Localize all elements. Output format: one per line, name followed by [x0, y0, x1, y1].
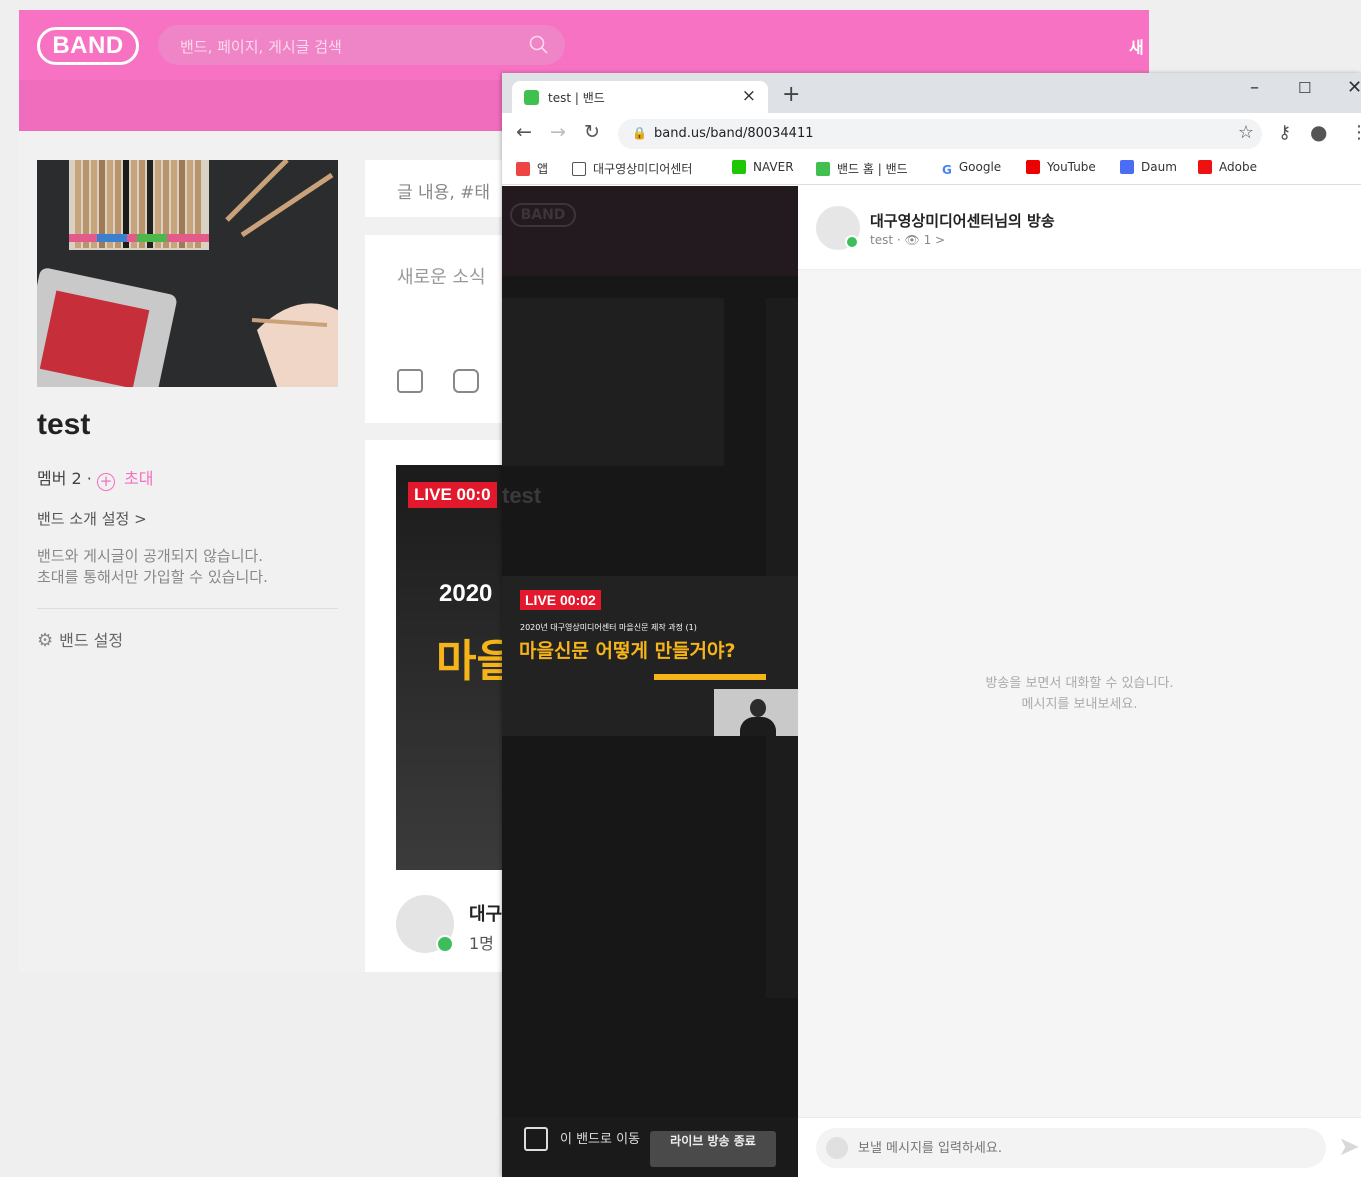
profile-icon[interactable]: ●: [1310, 120, 1327, 144]
band-search-box[interactable]: 밴드, 페이지, 게시글 검색: [158, 25, 565, 65]
post-search-placeholder: 글 내용, #태: [397, 183, 491, 203]
broadcast-meta: test · 👁 1 >: [870, 233, 945, 247]
close-window-icon[interactable]: ✕: [1347, 77, 1361, 98]
bookmark-item[interactable]: G Google: [942, 160, 1001, 177]
google-icon: G: [942, 163, 952, 177]
chat-header: 대구영상미디어센터님의 방송 test · 👁 1 >: [798, 186, 1361, 270]
chat-empty-message: 방송을 보면서 대화할 수 있습니다. 메시지를 보내보세요.: [798, 673, 1361, 715]
browser-window: test | 밴드 × + – ☐ ✕ ← → ↻ 🔒 band.us/band…: [502, 73, 1361, 1177]
online-badge-icon: [845, 235, 859, 249]
browser-tab[interactable]: test | 밴드 ×: [512, 81, 768, 113]
maximize-icon[interactable]: ☐: [1298, 79, 1311, 97]
live-player-area: BAND test LIVE 00:02 2020년 대구영상미디어센터 마을신…: [502, 186, 798, 1177]
live-timer-badge: LIVE 00:02: [520, 590, 601, 610]
bookmark-item[interactable]: YouTube: [1026, 160, 1096, 174]
folder-icon: [572, 162, 586, 176]
bookmark-item[interactable]: 대구영상미디어센터: [572, 160, 692, 177]
live-badge: LIVE 00:0: [408, 482, 497, 508]
dimmed-band-name: test: [502, 483, 542, 508]
presenter-body: [740, 717, 776, 736]
back-icon[interactable]: ←: [516, 121, 532, 143]
youtube-icon: [1026, 160, 1040, 174]
dimmed-band-logo: BAND: [510, 203, 576, 227]
key-icon[interactable]: ⚷: [1278, 122, 1291, 143]
video-year: 2020: [439, 580, 493, 607]
eye-icon: 👁: [904, 233, 920, 247]
move-to-band-label[interactable]: 이 밴드로 이동: [522, 1129, 642, 1151]
avatar[interactable]: [396, 895, 454, 953]
meta-band[interactable]: test ·: [870, 233, 901, 247]
avatar: [826, 1137, 848, 1159]
minimize-icon[interactable]: –: [1250, 77, 1259, 98]
webcam-overlay: [714, 689, 798, 736]
bookmark-item[interactable]: Adobe: [1198, 160, 1257, 174]
empty-line-2: 메시지를 보내보세요.: [1021, 697, 1138, 712]
adobe-icon: [1198, 160, 1212, 174]
new-post-placeholder: 새로운 소식: [397, 267, 486, 288]
broadcast-title: 대구영상미디어센터님의 방송: [870, 212, 1055, 230]
send-icon[interactable]: ➤: [1338, 1132, 1360, 1162]
bookmarks-bar: 앱 대구영상미디어센터 NAVER 밴드 홈 | 밴드 G Google YouT…: [502, 153, 1361, 185]
plus-circle-icon[interactable]: +: [96, 473, 115, 491]
image-icon[interactable]: [397, 369, 423, 393]
video-yellow-bar: [654, 674, 766, 680]
live-video-player[interactable]: LIVE 00:02 2020년 대구영상미디어센터 마을신문 제작 과정 (1…: [502, 576, 798, 736]
star-icon[interactable]: ☆: [1238, 122, 1254, 143]
presenter-head: [750, 699, 766, 717]
desc-line-1: 밴드와 게시글이 공개되지 않습니다.: [37, 547, 264, 565]
naver-icon: [732, 160, 746, 174]
lock-icon[interactable]: 🔒: [632, 126, 647, 140]
daum-icon: [1120, 160, 1134, 174]
online-badge-icon: [436, 935, 454, 953]
dimmed-header: BAND: [502, 186, 798, 276]
apps-grid-icon: [516, 162, 530, 176]
reload-icon[interactable]: ↻: [584, 121, 600, 143]
divider: [37, 608, 338, 609]
address-bar[interactable]: 🔒 band.us/band/80034411 ☆: [618, 119, 1262, 149]
end-live-button[interactable]: 라이브 방송 종료: [650, 1131, 776, 1167]
desc-line-2: 초대를 통해서만 가입할 수 있습니다.: [37, 568, 268, 586]
band-settings-link[interactable]: ⚙ 밴드 설정: [37, 627, 123, 651]
bookmark-item[interactable]: 밴드 홈 | 밴드: [816, 160, 908, 177]
menu-icon[interactable]: ⋮: [1350, 122, 1361, 143]
empty-line-1: 방송을 보면서 대화할 수 있습니다.: [985, 676, 1174, 691]
video-headline: 마을신문 어떻게 만들거야?: [519, 640, 736, 662]
video-subtitle: 2020년 대구영상미디어센터 마을신문 제작 과정 (1): [520, 623, 697, 632]
header-new-link[interactable]: 새: [1129, 34, 1149, 58]
bookmark-item[interactable]: NAVER: [732, 160, 794, 174]
smile-icon[interactable]: [453, 369, 479, 393]
member-row: 멤버 2 · + 초대: [37, 465, 154, 491]
band-settings-label: 밴드 설정: [59, 631, 124, 650]
band-search-placeholder: 밴드, 페이지, 게시글 검색: [180, 38, 342, 56]
url-text: band.us/band/80034411: [654, 126, 814, 141]
avatar[interactable]: [816, 206, 860, 250]
chat-input-bar: ➤: [798, 1117, 1361, 1177]
band-intro-settings-link[interactable]: 밴드 소개 설정 >: [37, 508, 147, 529]
tab-strip: test | 밴드 × + – ☐ ✕: [502, 73, 1361, 113]
dimmed-cover: [502, 298, 724, 466]
message-input[interactable]: [816, 1128, 1326, 1168]
band-icon: [816, 162, 830, 176]
new-tab-icon[interactable]: +: [782, 82, 800, 107]
band-cover-image: [37, 160, 338, 387]
player-bottom-bar: 이 밴드로 이동 라이브 방송 종료: [502, 1117, 798, 1177]
meta-views[interactable]: 1 >: [924, 233, 946, 247]
band-favicon-icon: [524, 90, 539, 105]
band-logo[interactable]: BAND: [37, 27, 139, 65]
gear-icon: ⚙: [37, 630, 54, 651]
band-privacy-description: 밴드와 게시글이 공개되지 않습니다. 초대를 통해서만 가입할 수 있습니다.: [37, 546, 268, 588]
bookmark-apps[interactable]: 앱: [516, 160, 548, 177]
bookmark-item[interactable]: Daum: [1120, 160, 1177, 174]
close-tab-icon[interactable]: ×: [742, 86, 756, 106]
tab-title: test | 밴드: [548, 91, 605, 105]
browser-toolbar: ← → ↻ 🔒 band.us/band/80034411 ☆ ⚷ ● ⋮: [502, 113, 1361, 153]
band-name: test: [37, 408, 91, 441]
forward-icon[interactable]: →: [550, 121, 566, 143]
invite-link[interactable]: 초대: [124, 469, 153, 488]
search-icon[interactable]: [529, 35, 549, 55]
chat-panel: 대구영상미디어센터님의 방송 test · 👁 1 > 방송을 보면서 대화할 …: [798, 186, 1361, 1177]
member-count[interactable]: 멤버 2 ·: [37, 469, 92, 488]
